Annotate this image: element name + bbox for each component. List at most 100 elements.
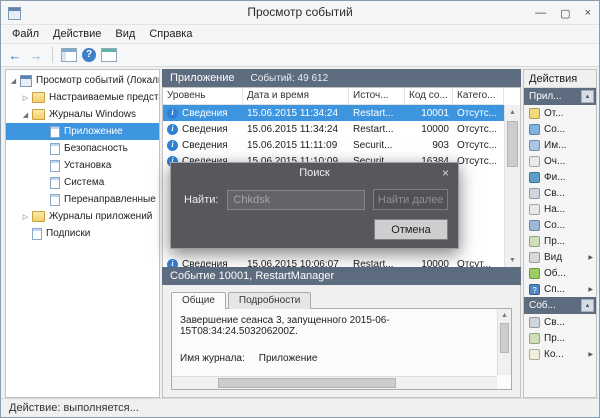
column-header-level[interactable]: Уровень: [163, 88, 243, 104]
event-row[interactable]: Сведения 15.06.2015 11:34:24 Restart... …: [163, 105, 504, 121]
tree-item-system[interactable]: Система: [6, 174, 159, 191]
event-viewer-icon: [20, 75, 32, 87]
action-item[interactable]: Св...: [524, 314, 596, 330]
expander-icon[interactable]: ▷: [20, 213, 31, 221]
expander-icon[interactable]: ◢: [8, 77, 19, 85]
log-icon: [50, 160, 60, 172]
collapse-icon[interactable]: ▲: [581, 90, 594, 103]
log-icon: [50, 194, 60, 206]
action-item[interactable]: Со...: [524, 121, 596, 137]
submenu-arrow-icon: ▶: [588, 286, 593, 293]
event-description: Завершение сеанса 3, запущенного 2015-06…: [180, 315, 489, 337]
dialog-close-icon[interactable]: ×: [442, 163, 449, 184]
menu-bar: Файл Действие Вид Справка: [1, 25, 599, 44]
action-item[interactable]: Пр...: [524, 330, 596, 346]
tree-item-setup[interactable]: Установка: [6, 157, 159, 174]
close-button[interactable]: ×: [585, 7, 591, 19]
information-icon: [167, 108, 178, 119]
event-details-body: Общие Подробности Завершение сеанса 3, з…: [162, 285, 521, 398]
help-icon: [529, 284, 540, 295]
scroll-up-icon[interactable]: [505, 105, 520, 120]
tree-root[interactable]: ◢ Просмотр событий (Локальный): [6, 72, 159, 89]
scroll-up-icon[interactable]: [498, 309, 511, 322]
folder-icon: [32, 211, 45, 222]
event-id: 10001: [405, 108, 453, 119]
back-arrow-icon[interactable]: ←: [7, 47, 23, 63]
log-icon: [32, 228, 42, 240]
column-header-eventid[interactable]: Код со...: [405, 88, 453, 104]
action-item[interactable]: От...: [524, 105, 596, 121]
expander-icon[interactable]: ◢: [20, 111, 31, 119]
column-header-category[interactable]: Катего...: [453, 88, 504, 104]
submenu-arrow-icon: ▶: [588, 254, 593, 261]
window-title: Просмотр событий: [1, 5, 599, 19]
forward-arrow-icon[interactable]: →: [28, 47, 44, 63]
details-vertical-scrollbar[interactable]: [497, 309, 511, 375]
action-item[interactable]: Фи...: [524, 169, 596, 185]
scrollbar-thumb[interactable]: [218, 378, 397, 388]
import-custom-view-icon: [529, 140, 540, 151]
log-icon: [50, 177, 60, 189]
event-id: 10000: [405, 124, 453, 135]
show-console-tree-icon[interactable]: [61, 48, 77, 62]
tree-item-label: Система: [64, 177, 104, 188]
cancel-button[interactable]: Отмена: [374, 219, 448, 240]
details-horizontal-scrollbar[interactable]: [172, 376, 497, 389]
tree-item-label: Установка: [64, 160, 111, 171]
action-item-help[interactable]: Сп...▶: [524, 281, 596, 297]
scrollbar-thumb[interactable]: [507, 121, 518, 167]
event-category: Отсутс...: [453, 108, 504, 119]
action-item[interactable]: На...: [524, 201, 596, 217]
tree-item-custom-views[interactable]: ▷ Настраиваемые представления: [6, 89, 159, 106]
tree-item-label: Журналы Windows: [49, 109, 136, 120]
tree-item-security[interactable]: Безопасность: [6, 140, 159, 157]
scroll-down-icon[interactable]: [505, 253, 520, 268]
action-item[interactable]: Пр...: [524, 233, 596, 249]
column-header-datetime[interactable]: Дата и время: [243, 88, 349, 104]
log-name-label: Имя журнала:: [180, 353, 245, 364]
event-row[interactable]: Сведения 15.06.2015 11:11:09 Securit... …: [163, 137, 504, 153]
find-input[interactable]: [227, 190, 365, 210]
tree-item-label: Подписки: [46, 228, 90, 239]
menu-action[interactable]: Действие: [46, 26, 108, 42]
tree-item-subscriptions[interactable]: Подписки: [6, 225, 159, 242]
minimize-button[interactable]: —: [535, 7, 546, 19]
action-item-copy[interactable]: Ко...▶: [524, 346, 596, 362]
tree-root-label: Просмотр событий (Локальный): [36, 75, 159, 86]
events-scrollbar[interactable]: [504, 105, 520, 268]
event-details-pane: Событие 10001, RestartManager Общие Подр…: [162, 267, 521, 398]
tree-item-application[interactable]: Приложение: [6, 123, 159, 140]
event-source: Restart...: [349, 124, 405, 135]
actions-section-event[interactable]: Соб... ▲: [524, 297, 596, 314]
column-header-source[interactable]: Источ...: [349, 88, 405, 104]
create-custom-view-icon: [529, 124, 540, 135]
actions-section-application[interactable]: Прил... ▲: [524, 88, 596, 105]
find-next-button[interactable]: Найти далее: [373, 189, 448, 210]
action-item[interactable]: Со...: [524, 217, 596, 233]
action-item[interactable]: Оч...: [524, 153, 596, 169]
action-item[interactable]: Св...: [524, 185, 596, 201]
collapse-icon[interactable]: ▲: [581, 299, 594, 312]
menu-file[interactable]: Файл: [5, 26, 46, 42]
tree-item-apps-services-logs[interactable]: ▷ Журналы приложений: [6, 208, 159, 225]
action-item[interactable]: Им...: [524, 137, 596, 153]
expander-icon[interactable]: ▷: [20, 94, 31, 102]
menu-view[interactable]: Вид: [108, 26, 142, 42]
tab-general[interactable]: Общие: [171, 292, 226, 309]
menu-help[interactable]: Справка: [142, 26, 199, 42]
tree-item-forwarded-events[interactable]: Перенаправленные: [6, 191, 159, 208]
action-item-view[interactable]: Вид▶: [524, 249, 596, 265]
help-icon[interactable]: [82, 48, 96, 62]
find-dialog-title: Поиск: [299, 167, 329, 179]
event-row[interactable]: Сведения 15.06.2015 11:34:24 Restart... …: [163, 121, 504, 137]
maximize-button[interactable]: ▢: [560, 7, 570, 20]
filter-log-icon: [529, 172, 540, 183]
clear-log-icon: [529, 156, 540, 167]
action-item-label: От...: [544, 108, 564, 119]
action-item[interactable]: Об...: [524, 265, 596, 281]
tab-details[interactable]: Подробности: [228, 292, 311, 309]
event-datetime: 15.06.2015 11:34:24: [243, 108, 349, 119]
scrollbar-thumb[interactable]: [500, 323, 509, 353]
tree-item-windows-logs[interactable]: ◢ Журналы Windows: [6, 106, 159, 123]
properties-window-icon[interactable]: [101, 48, 117, 62]
